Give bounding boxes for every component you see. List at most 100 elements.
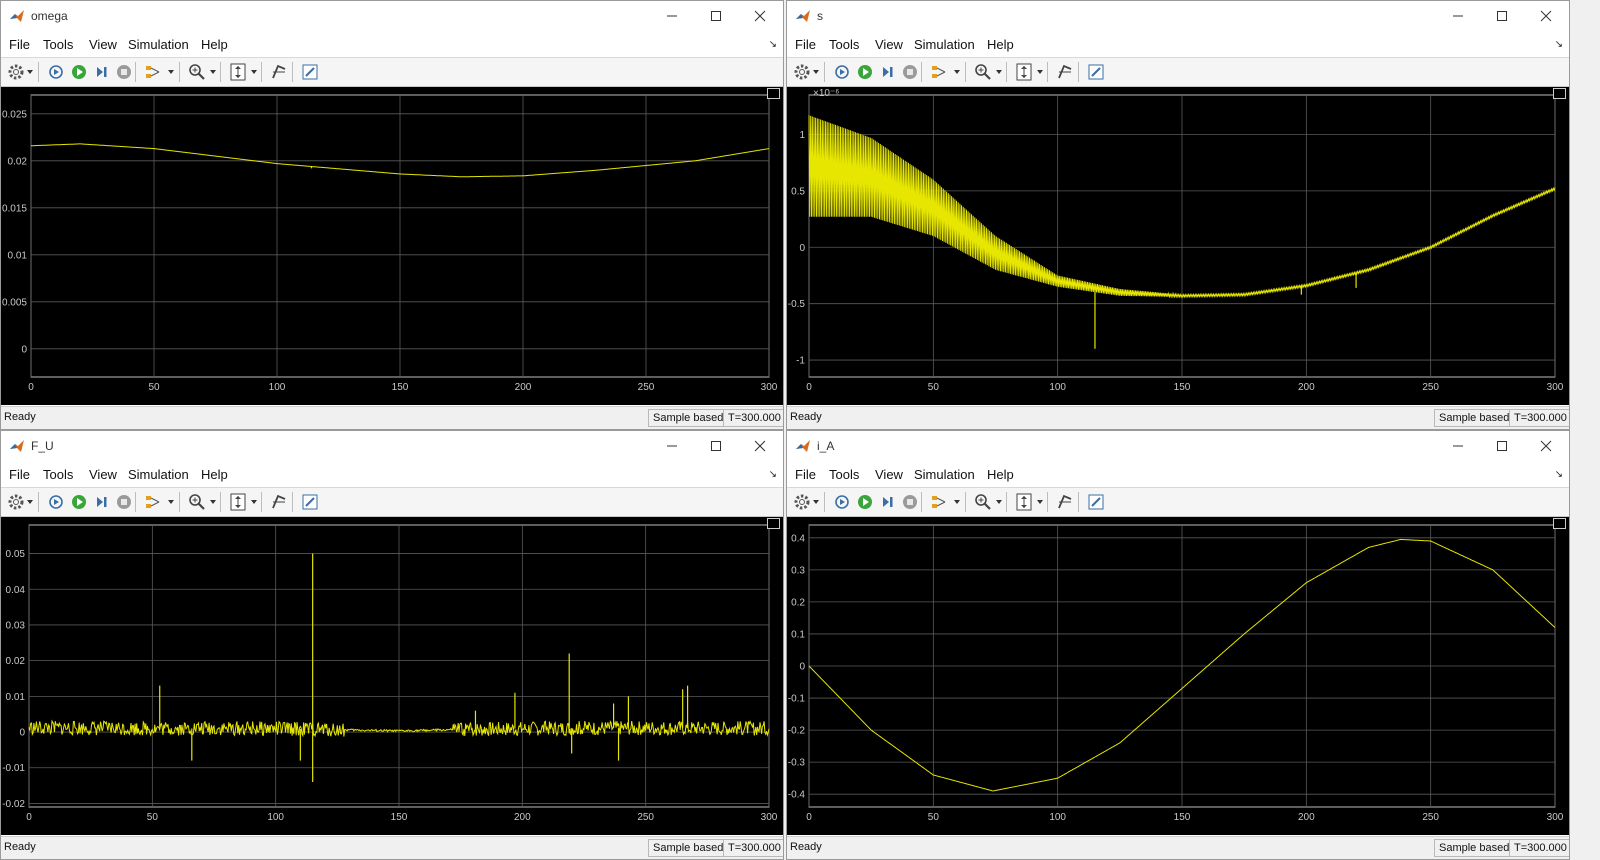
menu-tools[interactable]: Tools bbox=[829, 37, 859, 52]
close-button[interactable] bbox=[745, 5, 775, 27]
dropdown-arrow-icon[interactable] bbox=[251, 70, 257, 74]
scope-plot[interactable]: 0 50 100 150 200 250 300 -0.4 -0.3 -0.2 -0.1 0 0.1 0.… bbox=[787, 517, 1569, 835]
zoom-icon[interactable] bbox=[972, 491, 994, 513]
menu-help[interactable]: Help bbox=[987, 467, 1014, 482]
dropdown-arrow-icon[interactable] bbox=[1037, 500, 1043, 504]
dropdown-arrow-icon[interactable] bbox=[251, 500, 257, 504]
maximize-button[interactable] bbox=[1487, 435, 1517, 457]
run-icon[interactable] bbox=[68, 491, 90, 513]
step-back-icon[interactable] bbox=[831, 61, 853, 83]
dropdown-arrow-icon[interactable] bbox=[996, 70, 1002, 74]
menu-file[interactable]: File bbox=[9, 467, 30, 482]
menu-help[interactable]: Help bbox=[201, 37, 228, 52]
menu-tools[interactable]: Tools bbox=[43, 37, 73, 52]
dock-arrow-icon[interactable]: ↘ bbox=[769, 39, 777, 50]
dropdown-arrow-icon[interactable] bbox=[27, 500, 33, 504]
menu-file[interactable]: File bbox=[795, 37, 816, 52]
dock-arrow-icon[interactable]: ↘ bbox=[769, 469, 777, 480]
dropdown-arrow-icon[interactable] bbox=[813, 70, 819, 74]
minimize-button[interactable] bbox=[1443, 435, 1473, 457]
autoscale-icon[interactable] bbox=[1013, 61, 1035, 83]
menu-view[interactable]: View bbox=[875, 467, 903, 482]
cursor-icon[interactable] bbox=[268, 61, 290, 83]
zoom-icon[interactable] bbox=[186, 61, 208, 83]
undock-axes-icon[interactable] bbox=[1553, 88, 1566, 99]
minimize-button[interactable] bbox=[657, 5, 687, 27]
step-back-icon[interactable] bbox=[45, 491, 67, 513]
dropdown-arrow-icon[interactable] bbox=[168, 70, 174, 74]
signal-select-icon[interactable] bbox=[142, 61, 164, 83]
stop-icon[interactable] bbox=[899, 491, 921, 513]
menu-simulation[interactable]: Simulation bbox=[914, 37, 975, 52]
dropdown-arrow-icon[interactable] bbox=[954, 500, 960, 504]
close-button[interactable] bbox=[745, 435, 775, 457]
dock-arrow-icon[interactable]: ↘ bbox=[1555, 469, 1563, 480]
step-back-icon[interactable] bbox=[45, 61, 67, 83]
maximize-button[interactable] bbox=[701, 435, 731, 457]
zoom-icon[interactable] bbox=[186, 491, 208, 513]
edit-icon[interactable] bbox=[299, 491, 321, 513]
cursor-icon[interactable] bbox=[1054, 61, 1076, 83]
scope-plot[interactable]: 0 50 100 150 200 250 300 -0.02 -0.01 0 0.01 0.02 0.0… bbox=[1, 517, 783, 835]
undock-axes-icon[interactable] bbox=[767, 88, 780, 99]
run-icon[interactable] bbox=[68, 61, 90, 83]
scope-axes[interactable]: 0 50 100 150 200 250 300 -0.4 -0.3 -0.2 -0.1 0 0.1 0.… bbox=[787, 517, 1569, 835]
signal-select-icon[interactable] bbox=[928, 61, 950, 83]
close-button[interactable] bbox=[1531, 435, 1561, 457]
stop-icon[interactable] bbox=[113, 491, 135, 513]
dropdown-arrow-icon[interactable] bbox=[1037, 70, 1043, 74]
dropdown-arrow-icon[interactable] bbox=[996, 500, 1002, 504]
maximize-button[interactable] bbox=[1487, 5, 1517, 27]
run-icon[interactable] bbox=[854, 61, 876, 83]
step-forward-icon[interactable] bbox=[91, 61, 113, 83]
minimize-button[interactable] bbox=[657, 435, 687, 457]
scope-axes[interactable]: 0 50 100 150 200 250 300 -1 -0.5 0 0.5 1 ×10⁻⁶ bbox=[787, 87, 1569, 405]
dropdown-arrow-icon[interactable] bbox=[813, 500, 819, 504]
run-icon[interactable] bbox=[854, 491, 876, 513]
scope-axes[interactable]: 0 50 100 150 200 250 300 0 0.005 0.01 0.015 0.02 0.0… bbox=[1, 87, 783, 405]
menu-tools[interactable]: Tools bbox=[43, 467, 73, 482]
dropdown-arrow-icon[interactable] bbox=[210, 70, 216, 74]
title-bar[interactable]: i_A bbox=[787, 431, 1569, 461]
menu-simulation[interactable]: Simulation bbox=[128, 467, 189, 482]
autoscale-icon[interactable] bbox=[227, 61, 249, 83]
step-forward-icon[interactable] bbox=[877, 491, 899, 513]
dock-arrow-icon[interactable]: ↘ bbox=[1555, 39, 1563, 50]
undock-axes-icon[interactable] bbox=[767, 518, 780, 529]
menu-help[interactable]: Help bbox=[201, 467, 228, 482]
dropdown-arrow-icon[interactable] bbox=[954, 70, 960, 74]
title-bar[interactable]: F_U bbox=[1, 431, 783, 461]
menu-file[interactable]: File bbox=[795, 467, 816, 482]
cursor-icon[interactable] bbox=[268, 491, 290, 513]
stop-icon[interactable] bbox=[899, 61, 921, 83]
autoscale-icon[interactable] bbox=[227, 491, 249, 513]
edit-icon[interactable] bbox=[299, 61, 321, 83]
step-forward-icon[interactable] bbox=[91, 491, 113, 513]
stop-icon[interactable] bbox=[113, 61, 135, 83]
signal-select-icon[interactable] bbox=[142, 491, 164, 513]
title-bar[interactable]: omega bbox=[1, 1, 783, 31]
settings-icon[interactable] bbox=[5, 61, 27, 83]
menu-view[interactable]: View bbox=[89, 37, 117, 52]
dropdown-arrow-icon[interactable] bbox=[27, 70, 33, 74]
scope-plot[interactable]: 0 50 100 150 200 250 300 0 0.005 0.01 0.015 0.02 0.0… bbox=[1, 87, 783, 405]
menu-file[interactable]: File bbox=[9, 37, 30, 52]
autoscale-icon[interactable] bbox=[1013, 491, 1035, 513]
menu-simulation[interactable]: Simulation bbox=[128, 37, 189, 52]
dropdown-arrow-icon[interactable] bbox=[168, 500, 174, 504]
menu-view[interactable]: View bbox=[875, 37, 903, 52]
settings-icon[interactable] bbox=[791, 61, 813, 83]
maximize-button[interactable] bbox=[701, 5, 731, 27]
menu-view[interactable]: View bbox=[89, 467, 117, 482]
cursor-icon[interactable] bbox=[1054, 491, 1076, 513]
settings-icon[interactable] bbox=[791, 491, 813, 513]
settings-icon[interactable] bbox=[5, 491, 27, 513]
dropdown-arrow-icon[interactable] bbox=[210, 500, 216, 504]
close-button[interactable] bbox=[1531, 5, 1561, 27]
menu-simulation[interactable]: Simulation bbox=[914, 467, 975, 482]
title-bar[interactable]: s bbox=[787, 1, 1569, 31]
step-forward-icon[interactable] bbox=[877, 61, 899, 83]
signal-select-icon[interactable] bbox=[928, 491, 950, 513]
zoom-icon[interactable] bbox=[972, 61, 994, 83]
menu-help[interactable]: Help bbox=[987, 37, 1014, 52]
